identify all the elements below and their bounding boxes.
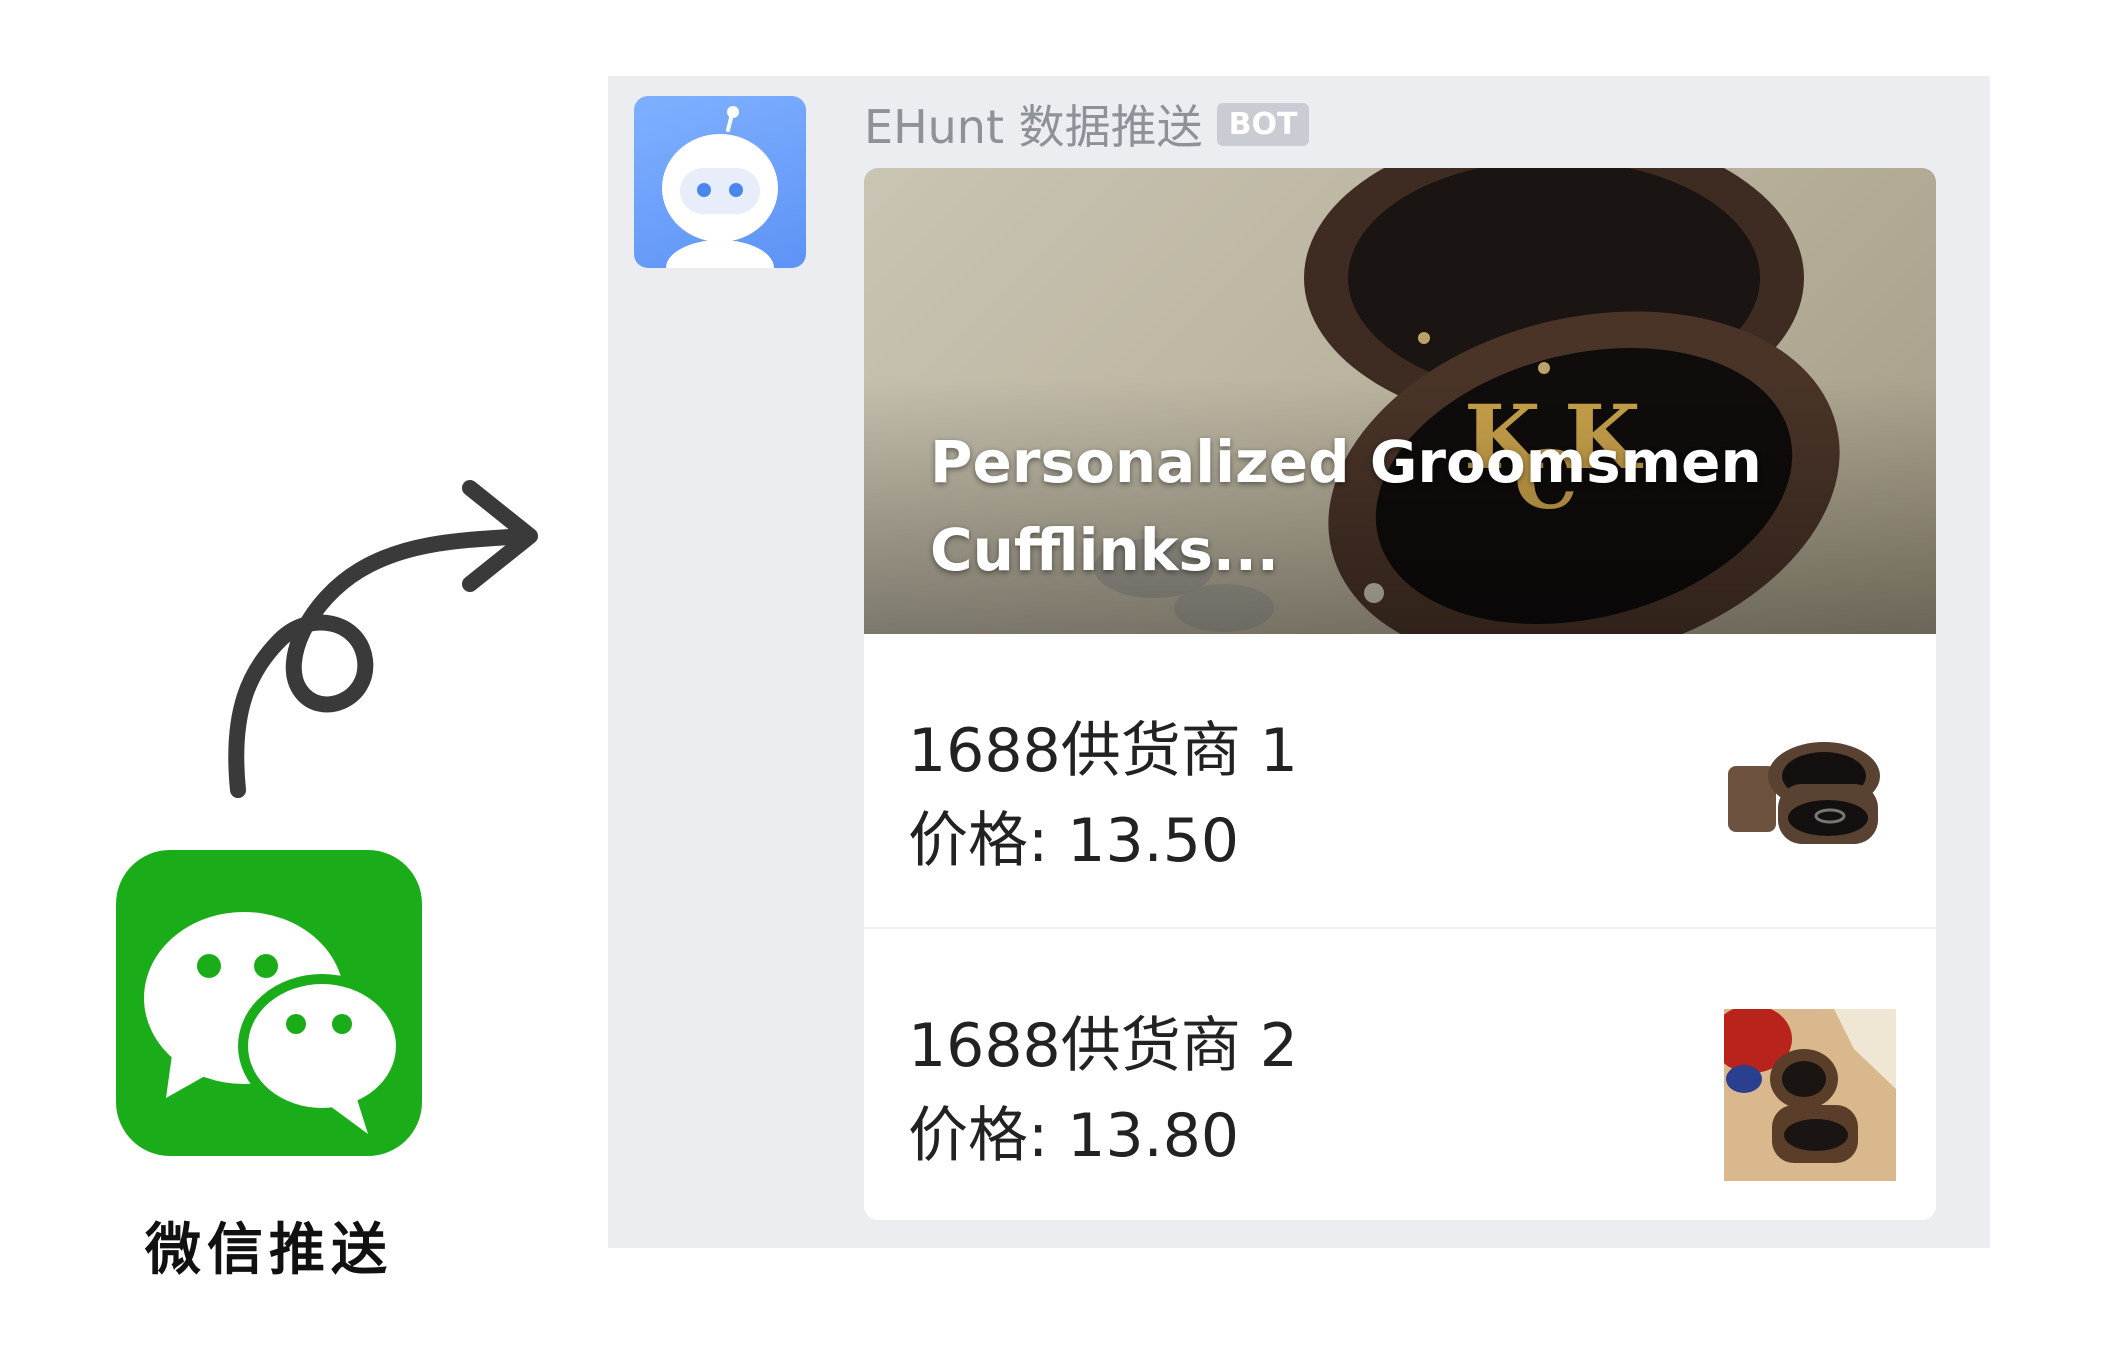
list-item[interactable]: 1688供货商 1 价格: 13.50 — [864, 634, 1936, 927]
sender-name: EHunt 数据推送 — [864, 100, 1203, 154]
ring-box-thumbnail — [1724, 714, 1896, 886]
bot-avatar[interactable] — [634, 96, 806, 268]
wechat-app-icon[interactable] — [116, 850, 422, 1156]
cover-image[interactable]: K C K — [864, 168, 1936, 634]
chat-panel: EHunt 数据推送 BOT K C K — [608, 76, 1990, 1248]
news-card[interactable]: K C K — [864, 168, 1936, 1220]
list-item[interactable]: 1688供货商 2 价格: 13.80 — [864, 927, 1936, 1220]
bot-badge: BOT — [1216, 102, 1310, 146]
product-thumbnail — [1724, 1009, 1896, 1181]
robot-icon — [662, 106, 778, 268]
supplier-price: 价格: 13.80 — [908, 1101, 1240, 1171]
cover-title-line-1: Personalized Groomsmen — [930, 428, 1762, 496]
supplier-price: 价格: 13.50 — [908, 806, 1240, 876]
stage: 微信推送 EHunt 数据推送 BOT Personalized Groomsm… — [0, 0, 2116, 1360]
product-thumbnail — [1724, 714, 1896, 886]
ring-box-gift-thumbnail — [1724, 1009, 1896, 1181]
cover-title: Personalized Groomsmen Cufflinks... — [930, 418, 1830, 594]
cover-title-line-2: Cufflinks... — [930, 516, 1279, 584]
sender-row: EHunt 数据推送 BOT — [864, 94, 1310, 154]
supplier-name: 1688供货商 1 — [908, 716, 1298, 786]
app-caption: 微信推送 — [145, 1218, 393, 1283]
wechat-icon — [144, 912, 406, 1134]
supplier-name: 1688供货商 2 — [908, 1011, 1298, 1081]
curly-arrow-icon — [228, 480, 538, 798]
